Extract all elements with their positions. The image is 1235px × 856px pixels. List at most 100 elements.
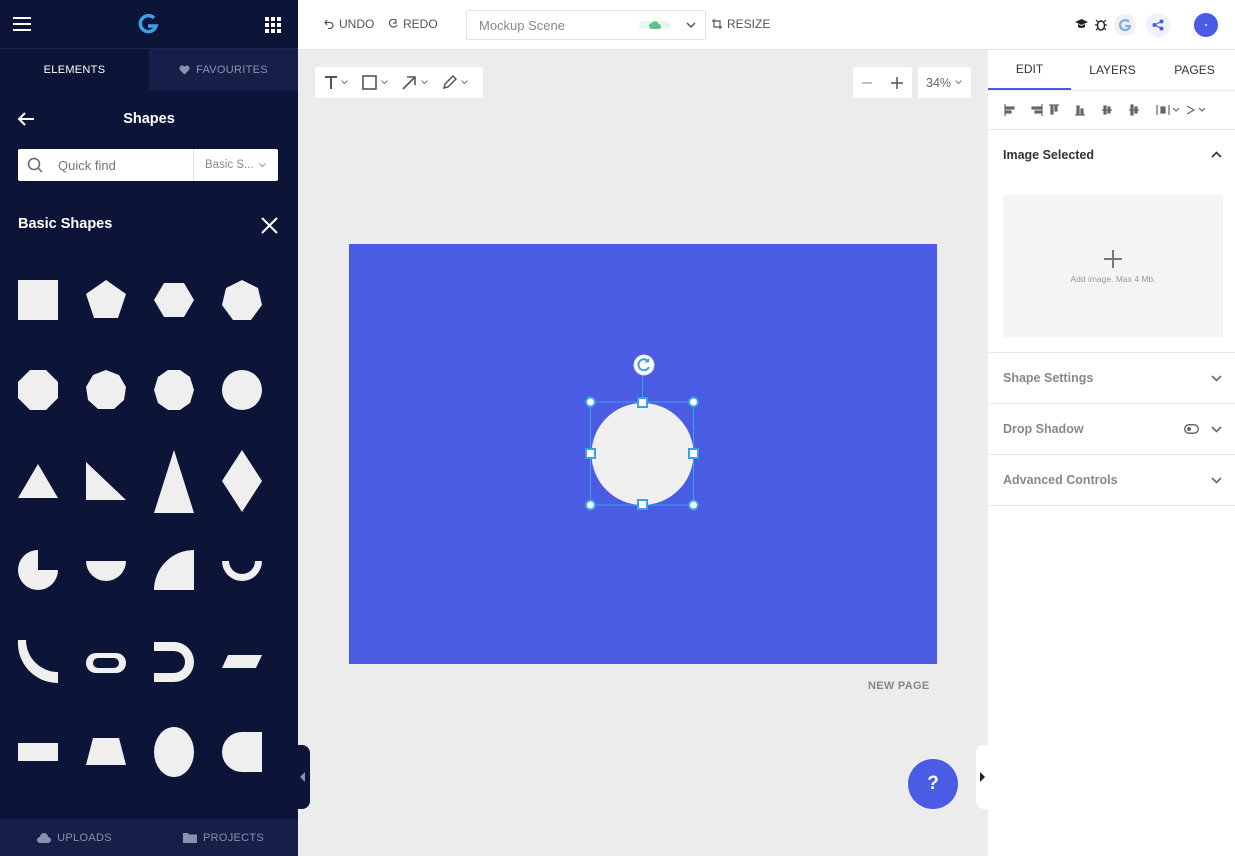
pencil-icon (442, 75, 457, 90)
selected-shape[interactable] (578, 350, 708, 520)
shape-heptagon[interactable] (222, 280, 262, 320)
resize-handle-top[interactable] (637, 397, 648, 408)
sidebar-tabs: ELEMENTS FAVOURITES (0, 49, 298, 91)
distribute-icon[interactable] (1156, 105, 1180, 115)
chevron-down-icon[interactable] (686, 21, 696, 29)
align-top-icon[interactable] (1049, 104, 1059, 115)
shape-circle[interactable] (222, 370, 262, 410)
shape-category-select[interactable]: Basic S... (194, 159, 266, 171)
zoom-level: 34% (926, 75, 952, 90)
shape-hexagon[interactable] (154, 283, 194, 317)
shape-half-circle[interactable] (86, 561, 126, 581)
shape-decagon[interactable] (154, 370, 194, 410)
scene-name-field[interactable]: Mockup Scene (466, 10, 706, 40)
section-title: Basic Shapes (18, 216, 113, 232)
text-tool[interactable] (325, 76, 348, 89)
right-panel-collapse-handle[interactable] (976, 745, 988, 809)
advanced-controls-label: Advanced Controls (1003, 473, 1118, 487)
shape-square[interactable] (18, 280, 58, 320)
share-icon[interactable] (1146, 13, 1170, 37)
align-right-icon[interactable] (1031, 104, 1043, 116)
tab-elements[interactable]: ELEMENTS (0, 49, 149, 91)
resize-label: RESIZE (727, 17, 771, 31)
shape-pill[interactable] (86, 653, 126, 673)
google-icon[interactable] (1114, 14, 1136, 36)
shape-pie-three-quarter[interactable] (18, 550, 58, 590)
shape-settings-section[interactable]: Shape Settings (988, 353, 1235, 404)
resize-handle-left[interactable] (585, 448, 596, 459)
resize-handle-bottom-left[interactable] (585, 499, 596, 511)
menu-icon[interactable] (13, 17, 31, 36)
user-avatar[interactable] (1194, 13, 1218, 37)
shape-nonagon[interactable] (86, 370, 126, 409)
arrange-icon[interactable] (1186, 105, 1206, 115)
shape-tall-triangle[interactable] (154, 450, 194, 513)
toggle-icon[interactable] (1184, 424, 1199, 434)
shape-arc-quarter[interactable] (17, 640, 59, 684)
bug-icon[interactable] (1095, 18, 1107, 31)
shape-half-rounded-rect[interactable] (222, 732, 262, 772)
arrow-icon (402, 76, 416, 90)
graduation-cap-icon[interactable] (1075, 19, 1088, 30)
uploads-button[interactable]: UPLOADS (0, 819, 149, 856)
undo-label: UNDO (339, 17, 375, 31)
undo-button[interactable]: UNDO (324, 17, 374, 31)
zoom-in-icon[interactable] (890, 76, 904, 90)
draw-tool[interactable] (442, 75, 468, 90)
tab-edit-label: EDIT (1015, 62, 1044, 76)
rotate-handle[interactable] (633, 354, 655, 376)
shape-d-shape[interactable] (154, 642, 194, 682)
align-bottom-icon[interactable] (1075, 105, 1085, 116)
shape-rectangle[interactable] (18, 743, 58, 761)
zoom-level-select[interactable]: 34% (918, 67, 971, 98)
resize-handle-bottom-right[interactable] (688, 499, 699, 511)
zoom-out-icon[interactable] (861, 77, 873, 89)
new-page-button[interactable]: NEW PAGE (868, 680, 929, 692)
apps-grid-icon[interactable] (265, 17, 281, 38)
resize-button[interactable]: RESIZE (712, 17, 770, 31)
uploads-label: UPLOADS (57, 831, 112, 844)
shape-parallelogram[interactable] (222, 655, 262, 668)
resize-handle-top-right[interactable] (688, 396, 699, 408)
tab-layers[interactable]: LAYERS (1071, 50, 1154, 90)
resize-handle-right[interactable] (688, 448, 699, 459)
tab-favourites[interactable]: FAVOURITES (149, 49, 298, 91)
chevron-down-icon (1211, 375, 1222, 382)
resize-handle-bottom[interactable] (637, 499, 648, 510)
redo-icon (388, 19, 398, 28)
line-tool[interactable] (402, 75, 428, 90)
shape-diamond[interactable] (222, 450, 262, 512)
cloud-saved-icon (639, 21, 671, 29)
add-image-dropzone[interactable]: Add image. Max 4 Mb. (1003, 195, 1223, 337)
app-logo[interactable] (137, 13, 159, 40)
drop-shadow-section[interactable]: Drop Shadow (988, 404, 1235, 455)
chevron-up-icon[interactable] (1211, 151, 1222, 158)
shape-trapezoid[interactable] (86, 738, 126, 765)
projects-button[interactable]: PROJECTS (149, 819, 298, 856)
tab-edit[interactable]: EDIT (988, 50, 1071, 90)
properties-panel: EDIT LAYERS PAGES Image Selected Add ima… (988, 50, 1235, 856)
shape-tool[interactable] (362, 75, 388, 90)
shape-triangle[interactable] (18, 464, 58, 498)
redo-label: REDO (403, 17, 438, 31)
sidebar-collapse-handle[interactable] (298, 745, 310, 809)
square-icon (362, 75, 377, 90)
help-button[interactable]: ? (908, 759, 958, 809)
advanced-controls-section[interactable]: Advanced Controls (988, 455, 1235, 506)
circle-element[interactable] (591, 403, 694, 505)
search-input[interactable] (58, 157, 193, 173)
close-icon[interactable] (261, 217, 278, 239)
shape-right-triangle[interactable] (86, 462, 126, 500)
align-middle-icon[interactable] (1102, 105, 1112, 115)
shape-octagon[interactable] (18, 370, 58, 410)
tab-pages[interactable]: PAGES (1154, 50, 1235, 90)
redo-button[interactable]: REDO (388, 17, 438, 31)
tab-pages-label: PAGES (1174, 63, 1215, 77)
shape-ellipse[interactable] (154, 727, 194, 777)
align-left-icon[interactable] (1004, 104, 1015, 116)
shape-ring-half[interactable] (222, 561, 262, 581)
resize-handle-top-left[interactable] (585, 396, 596, 408)
align-center-icon[interactable] (1129, 104, 1139, 116)
shape-quarter-circle[interactable] (154, 550, 194, 590)
shape-pentagon[interactable] (86, 280, 126, 318)
